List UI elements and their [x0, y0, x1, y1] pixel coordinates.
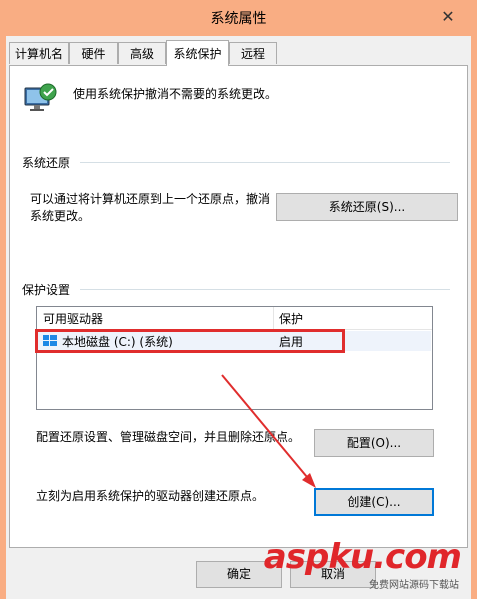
column-header-drive[interactable]: 可用驱动器 [43, 310, 103, 327]
windows-drive-icon [43, 335, 57, 346]
column-separator[interactable] [273, 307, 274, 329]
protection-group-divider [80, 289, 450, 290]
tab-advanced[interactable]: 高级 [118, 42, 166, 64]
tab-system-protection[interactable]: 系统保护 [166, 40, 229, 66]
protection-heading: 保护设置 [22, 281, 75, 298]
restore-group-divider [80, 162, 450, 163]
table-row[interactable]: 本地磁盘 (C:) (系统) 启用 [38, 331, 431, 351]
drive-list[interactable]: 可用驱动器 保护 本地磁盘 (C:) (系统) 启用 [36, 306, 433, 410]
create-button[interactable]: 创建(C)... [314, 488, 434, 516]
window-border-right [471, 36, 477, 599]
tab-remote[interactable]: 远程 [229, 42, 277, 64]
window-border-left [0, 36, 6, 599]
close-icon[interactable]: ✕ [437, 6, 459, 28]
watermark-logo: aspku.com [263, 537, 462, 577]
drive-name: 本地磁盘 (C:) (系统) [62, 335, 173, 349]
system-protection-icon [24, 83, 57, 111]
restore-description-line2: 系统更改。 [30, 209, 91, 223]
column-header-protection[interactable]: 保护 [279, 310, 303, 327]
watermark-subtitle: 免费网站源码下载站 [369, 580, 459, 591]
restore-description-line1: 可以通过将计算机还原到上一个还原点，撤消 [30, 192, 271, 206]
configure-button[interactable]: 配置(O)... [314, 429, 434, 457]
intro-text: 使用系统保护撤消不需要的系统更改。 [73, 87, 278, 101]
watermark: aspku.com 免费网站源码下载站 [264, 537, 471, 595]
system-restore-button[interactable]: 系统还原(S)... [276, 193, 458, 221]
restore-heading: 系统还原 [22, 154, 75, 171]
configure-description: 配置还原设置、管理磁盘空间，并且删除还原点。 [36, 430, 301, 444]
drive-list-header: 可用驱动器 保护 [37, 307, 432, 330]
drive-protection-status: 启用 [279, 335, 304, 349]
create-description: 立刻为启用系统保护的驱动器创建还原点。 [36, 489, 265, 503]
tab-hardware[interactable]: 硬件 [69, 42, 118, 64]
title-bar: 系统属性 ✕ [0, 0, 477, 36]
tab-computer-name[interactable]: 计算机名 [9, 42, 69, 64]
window-title: 系统属性 [210, 11, 267, 27]
